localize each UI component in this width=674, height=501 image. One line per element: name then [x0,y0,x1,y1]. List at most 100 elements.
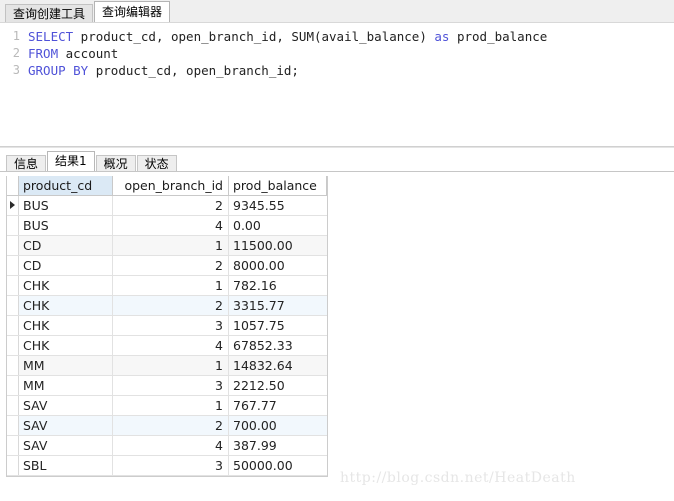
row-selector[interactable] [7,336,19,355]
panel-splitter[interactable] [0,146,674,148]
code-line: 2 FROM account [0,45,674,62]
line-number: 3 [12,63,20,77]
cell-product_cd[interactable]: BUS [19,216,113,235]
cell-open_branch_id[interactable]: 1 [113,236,229,255]
cell-prod_balance[interactable]: 9345.55 [229,196,327,215]
row-selector[interactable] [7,216,19,235]
cell-product_cd[interactable]: CHK [19,336,113,355]
cell-prod_balance[interactable]: 387.99 [229,436,327,455]
row-selector[interactable] [7,256,19,275]
row-selector[interactable] [7,356,19,375]
table-row[interactable]: SAV 4 387.99 [7,436,327,456]
result-grid[interactable]: product_cd open_branch_id prod_balance BUS… [6,176,328,477]
grid-corner-gutter [7,176,19,195]
column-header-open_branch_id[interactable]: open_branch_id [113,176,229,195]
cell-product_cd[interactable]: CHK [19,276,113,295]
cell-prod_balance[interactable]: 700.00 [229,416,327,435]
cell-prod_balance[interactable]: 782.16 [229,276,327,295]
column-header-prod_balance[interactable]: prod_balance [229,176,327,195]
table-row[interactable]: SBL 3 50000.00 [7,456,327,476]
sql-editor-pane[interactable]: 1 SELECT product_cd, open_branch_id, SUM(… [0,22,674,146]
row-selector[interactable] [7,416,19,435]
cell-prod_balance[interactable]: 8000.00 [229,256,327,275]
result-tab-2[interactable]: 概况 [95,155,136,172]
column-header-product_cd[interactable]: product_cd [19,176,113,195]
table-row[interactable]: MM 1 14832.64 [7,356,327,376]
query-tool-tabs: 查询创建工具 查询编辑器 [0,0,674,22]
cell-prod_balance[interactable]: 767.77 [229,396,327,415]
cell-product_cd[interactable]: SAV [19,396,113,415]
cell-prod_balance[interactable]: 67852.33 [229,336,327,355]
result-tab-0[interactable]: 信息 [6,155,47,172]
sql-keyword: GROUP BY [28,63,89,78]
cell-product_cd[interactable]: CHK [19,316,113,335]
result-tab-1[interactable]: 结果1 [47,151,95,172]
cell-open_branch_id[interactable]: 4 [113,216,229,235]
cell-product_cd[interactable]: CHK [19,296,113,315]
table-row[interactable]: MM 3 2212.50 [7,376,327,396]
code-line: 3 GROUP BY product_cd, open_branch_id; [0,62,674,79]
query-tool-tabstrip: 查询创建工具 查询编辑器 [0,0,674,22]
cell-product_cd[interactable]: BUS [19,196,113,215]
cell-prod_balance[interactable]: 11500.00 [229,236,327,255]
cell-prod_balance[interactable]: 1057.75 [229,316,327,335]
cell-open_branch_id[interactable]: 3 [113,456,229,475]
cell-open_branch_id[interactable]: 2 [113,196,229,215]
row-selector[interactable] [7,196,19,215]
cell-product_cd[interactable]: SBL [19,456,113,475]
cell-open_branch_id[interactable]: 2 [113,416,229,435]
row-selector[interactable] [7,236,19,255]
cell-prod_balance[interactable]: 50000.00 [229,456,327,475]
table-row[interactable]: CD 2 8000.00 [7,256,327,276]
table-row[interactable]: CHK 4 67852.33 [7,336,327,356]
cell-open_branch_id[interactable]: 4 [113,436,229,455]
cell-product_cd[interactable]: CD [19,256,113,275]
cell-product_cd[interactable]: SAV [19,416,113,435]
current-row-arrow-icon [10,201,15,209]
cell-product_cd[interactable]: SAV [19,436,113,455]
cell-prod_balance[interactable]: 3315.77 [229,296,327,315]
cell-open_branch_id[interactable]: 2 [113,296,229,315]
row-selector[interactable] [7,316,19,335]
sql-keyword: as [434,29,450,44]
sql-code-area[interactable]: 1 SELECT product_cd, open_branch_id, SUM(… [0,28,674,79]
table-row[interactable]: BUS 2 9345.55 [7,196,327,216]
cell-open_branch_id[interactable]: 1 [113,396,229,415]
table-row[interactable]: CHK 3 1057.75 [7,316,327,336]
cell-open_branch_id[interactable]: 3 [113,376,229,395]
cell-prod_balance[interactable]: 2212.50 [229,376,327,395]
cell-open_branch_id[interactable]: 1 [113,356,229,375]
cell-open_branch_id[interactable]: 4 [113,336,229,355]
table-row[interactable]: CHK 1 782.16 [7,276,327,296]
sql-keyword: FROM [28,46,59,61]
cell-open_branch_id[interactable]: 3 [113,316,229,335]
table-row[interactable]: BUS 4 0.00 [7,216,327,236]
query-tab-0[interactable]: 查询创建工具 [5,4,94,22]
cell-product_cd[interactable]: MM [19,376,113,395]
table-row[interactable]: CHK 2 3315.77 [7,296,327,316]
sql-text: product_cd, open_branch_id; [88,63,299,78]
sql-keyword: SELECT [28,29,74,44]
table-row[interactable]: CD 1 11500.00 [7,236,327,256]
query-tab-1[interactable]: 查询编辑器 [94,1,171,22]
row-selector[interactable] [7,396,19,415]
cell-product_cd[interactable]: MM [19,356,113,375]
cell-product_cd[interactable]: CD [19,236,113,255]
code-text: FROM account [28,45,118,62]
row-selector[interactable] [7,436,19,455]
result-grid-body[interactable]: BUS 2 9345.55 BUS 4 0.00 CD 1 11500.00 CD 2 8000.00… [7,196,327,476]
table-row[interactable]: SAV 1 767.77 [7,396,327,416]
result-tab-3[interactable]: 状态 [136,155,177,172]
row-selector[interactable] [7,296,19,315]
cell-open_branch_id[interactable]: 2 [113,256,229,275]
sql-text: prod_balance [449,29,548,44]
cell-prod_balance[interactable]: 0.00 [229,216,327,235]
cell-prod_balance[interactable]: 14832.64 [229,356,327,375]
row-selector[interactable] [7,376,19,395]
code-text: SELECT product_cd, open_branch_id, SUM(a… [28,28,547,45]
row-selector[interactable] [7,456,19,475]
result-grid-header: product_cd open_branch_id prod_balance [7,176,327,196]
row-selector[interactable] [7,276,19,295]
table-row[interactable]: SAV 2 700.00 [7,416,327,436]
cell-open_branch_id[interactable]: 1 [113,276,229,295]
